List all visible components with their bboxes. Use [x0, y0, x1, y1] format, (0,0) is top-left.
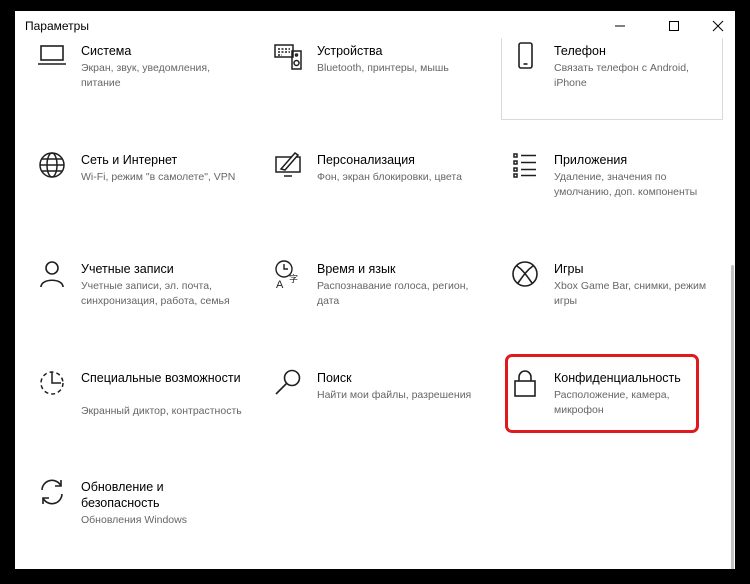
tile-system[interactable]: Система Экран, звук, уведомления, питани… [29, 38, 247, 130]
time-language-icon: A 字 [275, 260, 298, 289]
tile-apps-desc: Удаление, значения по умолчанию, доп. ко… [554, 171, 698, 198]
tile-search-title: Поиск [317, 371, 352, 385]
tile-ease-of-access-desc: Экранный диктор, контрастность [81, 405, 242, 417]
tile-time-language[interactable]: A 字 Время и язык Распознавание голоса, р… [265, 256, 483, 348]
tile-apps-title: Приложения [554, 153, 628, 167]
ease-of-access-icon [40, 371, 64, 395]
svg-text:字: 字 [289, 273, 298, 284]
tile-gaming-desc: Xbox Game Bar, снимки, режим игры [554, 280, 707, 307]
tile-devices-desc: Bluetooth, принтеры, мышь [317, 62, 449, 74]
minimize-icon [615, 25, 625, 27]
tile-update-security-title: Обновление и безопасность [81, 480, 164, 510]
maximize-button[interactable] [651, 11, 697, 41]
app-list-icon [513, 153, 536, 178]
tile-search-desc: Найти мои файлы, разрешения [317, 389, 472, 401]
paint-monitor-icon [275, 152, 301, 177]
globe-icon [39, 152, 65, 178]
tile-devices[interactable]: Устройства Bluetooth, принтеры, мышь [265, 38, 483, 130]
tile-phone-title: Телефон [554, 44, 606, 58]
phone-icon [518, 42, 533, 69]
tile-network[interactable]: Сеть и Интернет Wi-Fi, режим "в самолете… [29, 147, 247, 239]
scrollbar[interactable] [729, 41, 735, 569]
tile-devices-title: Устройства [317, 44, 383, 58]
close-icon [712, 20, 724, 32]
close-button[interactable] [695, 11, 735, 41]
window-title: Параметры [25, 19, 89, 33]
privacy-highlight-frame [505, 354, 699, 433]
tile-network-title: Сеть и Интернет [81, 153, 178, 167]
tile-accounts-title: Учетные записи [81, 262, 174, 276]
title-bar: Параметры [15, 11, 735, 41]
tile-gaming-title: Игры [554, 262, 584, 276]
laptop-icon [38, 45, 66, 65]
scrollbar-thumb[interactable] [731, 265, 734, 569]
tile-ease-of-access[interactable]: Специальные возможности Экранный диктор,… [29, 365, 247, 457]
tile-gaming[interactable]: Игры Xbox Game Bar, снимки, режим игры [502, 256, 720, 348]
tile-time-language-desc: Распознавание голоса, регион, дата [317, 280, 469, 307]
tile-phone-desc: Связать телефон с Android, iPhone [554, 62, 689, 89]
tile-personalization-title: Персонализация [317, 153, 415, 167]
svg-text:A: A [276, 279, 284, 289]
tile-apps[interactable]: Приложения Удаление, значения по умолчан… [502, 147, 720, 239]
tile-system-desc: Экран, звук, уведомления, питание [81, 62, 211, 89]
tile-phone[interactable]: Телефон Связать телефон с Android, iPhon… [502, 38, 720, 130]
tile-network-desc: Wi-Fi, режим "в самолете", VPN [81, 171, 236, 183]
tile-search[interactable]: Поиск Найти мои файлы, разрешения [265, 365, 483, 457]
tile-time-language-title: Время и язык [317, 262, 396, 276]
tile-accounts[interactable]: Учетные записи Учетные записи, эл. почта… [29, 256, 247, 348]
minimize-button[interactable] [597, 11, 643, 41]
tile-personalization[interactable]: Персонализация Фон, экран блокировки, цв… [265, 147, 483, 239]
search-icon [275, 369, 301, 395]
keyboard-speaker-icon [274, 44, 302, 70]
settings-window: Параметры Система Экран, звук, уведомлен… [15, 11, 735, 569]
xbox-icon [512, 261, 538, 287]
tile-system-title: Система [81, 44, 132, 58]
tile-personalization-desc: Фон, экран блокировки, цвета [317, 171, 462, 183]
tile-accounts-desc: Учетные записи, эл. почта, синхронизация… [81, 280, 230, 307]
tile-update-security[interactable]: Обновление и безопасность Обновления Win… [29, 474, 247, 566]
update-icon [41, 479, 63, 505]
maximize-icon [669, 21, 679, 31]
tile-ease-of-access-title: Специальные возможности [81, 371, 241, 385]
person-icon [40, 261, 64, 288]
tile-update-security-desc: Обновления Windows [81, 514, 187, 526]
